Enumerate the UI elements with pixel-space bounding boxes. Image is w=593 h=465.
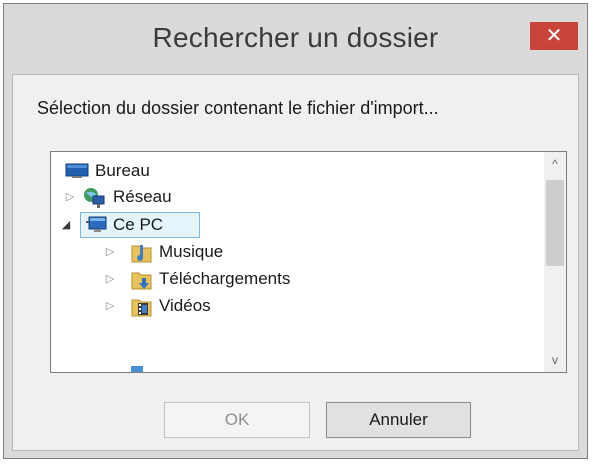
tree-item-label: Téléchargements bbox=[159, 269, 291, 288]
desktop-icon bbox=[65, 161, 89, 181]
videos-folder-icon bbox=[131, 296, 153, 317]
tree-item-reseau[interactable]: ▷ Réseau bbox=[61, 184, 531, 210]
computer-icon bbox=[85, 215, 107, 235]
tree-item-label: Ce PC bbox=[113, 215, 164, 234]
folder-tree[interactable]: Bureau ▷ Réseau ◢ Ce PC ▷ Musique ▷ Télé… bbox=[50, 151, 567, 373]
collapse-arrow-icon[interactable]: ◢ bbox=[59, 212, 73, 238]
dialog-title: Rechercher un dossier bbox=[152, 22, 439, 53]
scroll-down-icon[interactable]: v bbox=[544, 348, 566, 372]
scroll-up-icon[interactable]: ^ bbox=[544, 152, 566, 176]
tree-item-ce-pc[interactable]: ◢ Ce PC bbox=[61, 212, 531, 238]
downloads-folder-icon bbox=[131, 269, 153, 290]
scroll-thumb[interactable] bbox=[546, 180, 564, 266]
partial-item-icon bbox=[131, 366, 143, 372]
expand-arrow-icon[interactable]: ▷ bbox=[103, 266, 117, 292]
instruction-text: Sélection du dossier contenant le fichie… bbox=[37, 98, 439, 118]
expand-arrow-icon[interactable]: ▷ bbox=[63, 184, 77, 210]
tree-item-musique[interactable]: ▷ Musique bbox=[61, 239, 531, 265]
tree-item-videos[interactable]: ▷ Vidéos bbox=[61, 293, 531, 319]
tree-item-bureau[interactable]: Bureau bbox=[61, 158, 531, 184]
folder-browser-dialog: Rechercher un dossier ✕ Sélection du dos… bbox=[3, 3, 588, 459]
network-icon bbox=[83, 187, 105, 208]
expand-arrow-icon[interactable]: ▷ bbox=[103, 239, 117, 265]
tree-item-label: Musique bbox=[159, 242, 224, 261]
dialog-body: Sélection du dossier contenant le fichie… bbox=[12, 74, 579, 451]
ok-button[interactable]: OK bbox=[164, 402, 310, 438]
tree-item-label: Bureau bbox=[95, 161, 150, 180]
music-folder-icon bbox=[131, 242, 153, 263]
vertical-scrollbar[interactable]: ^ v bbox=[544, 152, 566, 372]
tree-item-label: Réseau bbox=[113, 187, 172, 206]
cancel-button[interactable]: Annuler bbox=[326, 402, 471, 438]
tree-item-label: Vidéos bbox=[159, 296, 211, 315]
expand-arrow-icon[interactable]: ▷ bbox=[103, 293, 117, 319]
tree-item-telechargements[interactable]: ▷ Téléchargements bbox=[61, 266, 531, 292]
title-bar[interactable]: Rechercher un dossier ✕ bbox=[4, 4, 587, 74]
close-icon: ✕ bbox=[545, 25, 563, 47]
close-button[interactable]: ✕ bbox=[530, 22, 578, 50]
